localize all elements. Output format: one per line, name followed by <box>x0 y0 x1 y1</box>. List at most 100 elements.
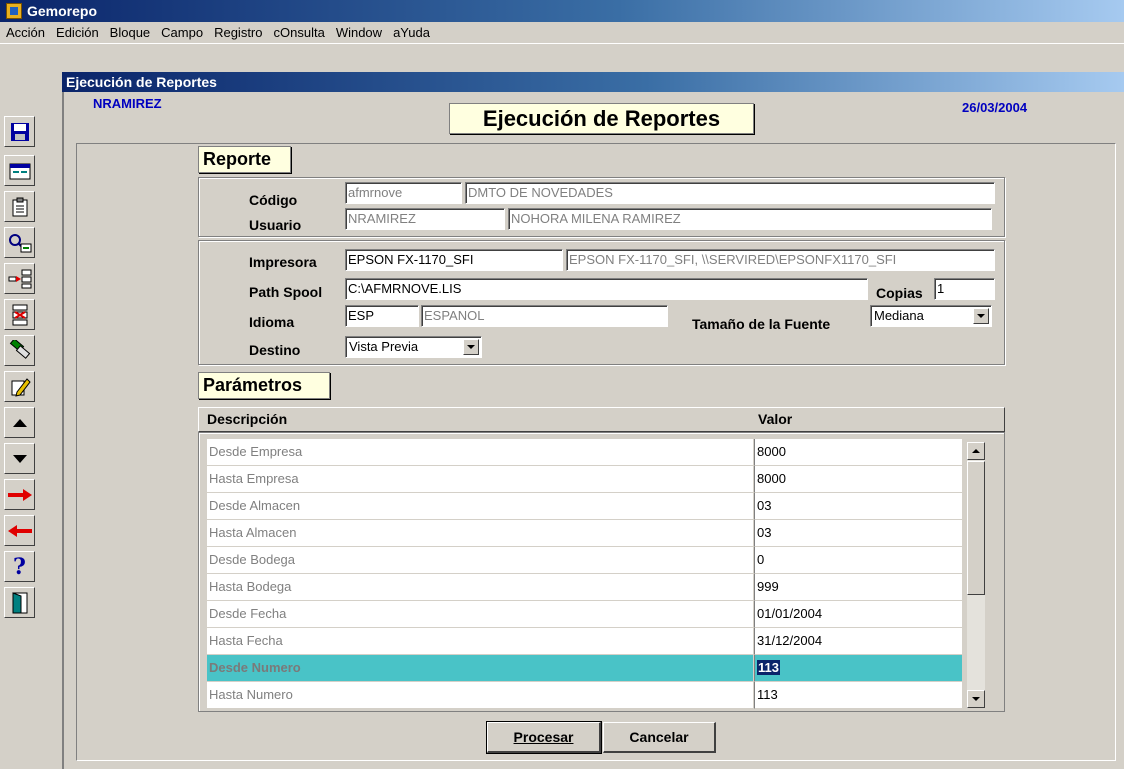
menu-registro[interactable]: Registro <box>214 25 262 40</box>
parameter-value-field[interactable]: 8000 <box>754 466 962 493</box>
path-spool-label: Path Spool <box>249 284 323 300</box>
exit-icon <box>12 591 27 613</box>
usuario-field[interactable]: NRAMIREZ <box>345 208 505 230</box>
parameter-description: Hasta Fecha <box>207 628 753 655</box>
cancelar-button[interactable]: Cancelar <box>603 722 716 753</box>
insert-record-button[interactable] <box>4 263 35 294</box>
parameter-value-field[interactable]: 01/01/2004 <box>754 601 962 628</box>
clipboard-button[interactable] <box>4 191 35 222</box>
procesar-button[interactable]: Procesar <box>486 721 602 754</box>
parameter-description: Desde Almacen <box>207 493 753 520</box>
chevron-down-icon <box>467 345 475 349</box>
parameter-value-field[interactable]: 113 <box>754 682 962 709</box>
chevron-down-icon <box>977 314 985 318</box>
codigo-label: Código <box>249 192 298 208</box>
parameter-description: Hasta Numero <box>207 682 753 709</box>
idioma-description-field[interactable]: ESPANOL <box>421 305 668 327</box>
table-row[interactable]: Hasta Fecha 31/12/2004 <box>207 628 963 655</box>
down-button[interactable] <box>4 443 35 474</box>
cancelar-label: Cancelar <box>629 729 689 745</box>
codigo-description-field[interactable]: DMTO DE NOVEDADES <box>465 182 995 204</box>
path-spool-field[interactable]: C:\AFMRNOVE.LIS <box>345 278 868 300</box>
parameter-description: Desde Empresa <box>207 439 753 466</box>
tamano-fuente-select[interactable]: Mediana <box>870 305 992 327</box>
parameter-value-field[interactable]: 03 <box>754 520 962 547</box>
menu-consulta[interactable]: cOnsulta <box>274 25 325 40</box>
table-row[interactable]: Desde Fecha 01/01/2004 <box>207 601 963 628</box>
menu-bar: Acción Edición Bloque Campo Registro cOn… <box>0 22 1124 44</box>
edit-icon <box>11 377 31 397</box>
scroll-down-button[interactable] <box>967 690 985 708</box>
tamano-fuente-label: Tamaño de la Fuente <box>692 316 831 332</box>
menu-accion[interactable]: Acción <box>6 25 45 40</box>
parameter-value-field[interactable]: 0 <box>754 547 962 574</box>
parameter-description: Hasta Almacen <box>207 520 753 547</box>
exit-button[interactable] <box>4 587 35 618</box>
parameter-value-field[interactable]: 31/12/2004 <box>754 628 962 655</box>
current-user: NRAMIREZ <box>93 96 162 111</box>
up-button[interactable] <box>4 407 35 438</box>
insert-record-icon <box>8 269 31 288</box>
parameter-value-field[interactable]: 999 <box>754 574 962 601</box>
usuario-name-field[interactable]: NOHORA MILENA RAMIREZ <box>508 208 992 230</box>
table-row[interactable]: Hasta Numero 113 <box>207 682 963 709</box>
table-row[interactable]: Hasta Almacen 03 <box>207 520 963 547</box>
edit-button[interactable] <box>4 371 35 402</box>
table-row[interactable]: Desde Almacen 03 <box>207 493 963 520</box>
reporte-section-title: Reporte <box>198 146 291 173</box>
query-button[interactable] <box>4 227 35 258</box>
destino-select[interactable]: Vista Previa <box>345 336 482 358</box>
save-icon <box>10 122 29 141</box>
table-row[interactable]: Desde Bodega 0 <box>207 547 963 574</box>
clipboard-icon <box>12 197 27 216</box>
destino-dropdown-button[interactable] <box>463 339 479 355</box>
parameter-value-field[interactable]: 113 <box>754 655 962 682</box>
codigo-field[interactable]: afmrnove <box>345 182 462 204</box>
procesar-label: Procesar <box>513 729 574 745</box>
table-row[interactable]: Desde Empresa 8000 <box>207 439 963 466</box>
table-row[interactable]: Hasta Bodega 999 <box>207 574 963 601</box>
chevron-down-icon <box>972 697 980 701</box>
menu-bloque[interactable]: Bloque <box>110 25 150 40</box>
save-button[interactable] <box>4 116 35 147</box>
parameter-value-field[interactable]: 03 <box>754 493 962 520</box>
menu-campo[interactable]: Campo <box>161 25 203 40</box>
inner-window-title: Ejecución de Reportes <box>62 72 1124 92</box>
next-button[interactable] <box>4 479 35 510</box>
idioma-field[interactable]: ESP <box>345 305 419 327</box>
impresora-field[interactable]: EPSON FX-1170_SFI <box>345 249 563 271</box>
copias-label: Copias <box>876 285 923 301</box>
parameter-description: Hasta Empresa <box>207 466 753 493</box>
menu-edicion[interactable]: Edición <box>56 25 99 40</box>
table-row-selected[interactable]: Desde Numero 113 <box>207 655 963 682</box>
parameter-value-field[interactable]: 8000 <box>754 439 962 466</box>
clear-icon <box>9 339 30 359</box>
current-date: 26/03/2004 <box>962 100 1028 115</box>
up-icon <box>12 418 27 427</box>
query-icon <box>8 233 31 252</box>
impresora-description-field[interactable]: EPSON FX-1170_SFI, \\SERVIRED\EPSONFX117… <box>566 249 995 271</box>
previous-button[interactable] <box>4 515 35 546</box>
form-title: Ejecución de Reportes <box>449 103 754 134</box>
idioma-label: Idioma <box>249 314 295 330</box>
vertical-toolbar: ? <box>0 116 38 621</box>
menu-ayuda[interactable]: aYuda <box>393 25 430 40</box>
down-icon <box>12 454 27 463</box>
clear-button[interactable] <box>4 335 35 366</box>
parametros-scrollbar[interactable] <box>967 442 985 708</box>
copias-field[interactable]: 1 <box>934 278 995 300</box>
parametros-grid-header: Descripción Valor <box>198 407 1005 432</box>
help-button[interactable]: ? <box>4 551 35 582</box>
parametros-section-title: Parámetros <box>198 372 330 399</box>
scroll-up-button[interactable] <box>967 442 985 460</box>
scroll-thumb[interactable] <box>967 461 985 595</box>
menu-window[interactable]: Window <box>336 25 382 40</box>
window-button[interactable] <box>4 155 35 186</box>
table-row[interactable]: Hasta Empresa 8000 <box>207 466 963 493</box>
parameter-description: Desde Bodega <box>207 547 753 574</box>
delete-record-button[interactable] <box>4 299 35 330</box>
usuario-label: Usuario <box>249 217 302 233</box>
tamano-fuente-dropdown-button[interactable] <box>973 308 989 324</box>
valor-column-header: Valor <box>758 411 793 427</box>
parameter-description: Hasta Bodega <box>207 574 753 601</box>
